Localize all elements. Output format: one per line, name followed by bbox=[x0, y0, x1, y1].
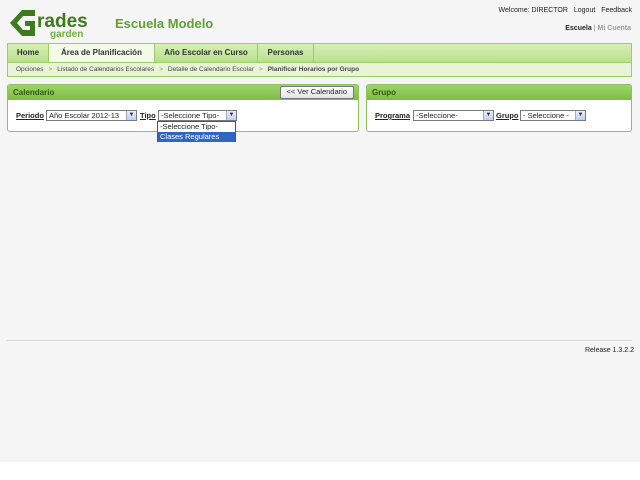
breadcrumb-listado-calendarios[interactable]: Listado de Calendarios Escolares bbox=[57, 66, 154, 73]
tipo-select[interactable]: -Seleccione Tipo- ▼ bbox=[158, 110, 237, 121]
my-account-link[interactable]: Mi Cuenta bbox=[598, 25, 631, 32]
school-name: Escuela Modelo bbox=[115, 16, 214, 31]
tab-area-planificacion[interactable]: Área de Planificación bbox=[49, 44, 155, 62]
periodo-select[interactable]: Año Escolar 2012-13 ▼ bbox=[46, 110, 137, 121]
breadcrumb-opciones[interactable]: Opciones bbox=[16, 66, 43, 73]
tab-home[interactable]: Home bbox=[8, 44, 49, 62]
grupo-panel: Grupo Programa -Seleccione- ▼ Grupo - Se… bbox=[366, 84, 632, 132]
welcome-text: Welcome: DIRECTOR bbox=[498, 7, 568, 14]
tipo-option-seleccione[interactable]: -Seleccione Tipo- bbox=[158, 122, 235, 132]
tab-personas[interactable]: Personas bbox=[258, 44, 314, 62]
chevron-down-icon[interactable]: ▼ bbox=[575, 111, 585, 120]
chevron-down-icon[interactable]: ▼ bbox=[483, 111, 493, 120]
tipo-option-clases-regulares[interactable]: Clases Regulares bbox=[158, 132, 235, 142]
release-version: Release 1.3.2.2 bbox=[584, 347, 634, 354]
periodo-select-value: Año Escolar 2012-13 bbox=[49, 111, 120, 120]
grupo-title: Grupo bbox=[372, 88, 396, 97]
breadcrumb-separator: > bbox=[258, 66, 263, 73]
grades-garden-logo[interactable]: rades garden bbox=[8, 7, 104, 39]
tipo-select-value: -Seleccione Tipo- bbox=[161, 111, 219, 120]
grupo-select[interactable]: - Seleccione - ▼ bbox=[520, 110, 586, 121]
page-background: rades garden Escuela Modelo Welcome: DIR… bbox=[0, 0, 640, 462]
breadcrumb-detalle-calendario[interactable]: Detalle de Calendario Escolar bbox=[168, 66, 254, 73]
logout-link[interactable]: Logout bbox=[574, 7, 595, 14]
programa-select[interactable]: -Seleccione- ▼ bbox=[413, 110, 494, 121]
school-link[interactable]: Escuela bbox=[565, 25, 591, 32]
breadcrumb-separator: > bbox=[48, 66, 53, 73]
chevron-down-icon[interactable]: ▼ bbox=[126, 111, 136, 120]
breadcrumb: Opciones > Listado de Calendarios Escolare… bbox=[7, 62, 632, 77]
calendario-panel-header: Calendario << Ver Calendario bbox=[8, 85, 358, 100]
logo-word-garden: garden bbox=[50, 29, 83, 39]
periodo-label: Periodo bbox=[16, 111, 44, 120]
calendario-title: Calendario bbox=[13, 88, 55, 97]
tipo-label: Tipo bbox=[140, 111, 156, 120]
grupo-select-value: - Seleccione - bbox=[523, 111, 569, 120]
breadcrumb-separator: > bbox=[159, 66, 163, 73]
tab-ano-escolar[interactable]: Año Escolar en Curso bbox=[155, 44, 258, 62]
programa-select-value: -Seleccione- bbox=[416, 111, 458, 120]
user-bar: Welcome: DIRECTOR Logout Feedback bbox=[495, 7, 632, 14]
programa-label: Programa bbox=[375, 111, 411, 120]
grupo-label: Grupo bbox=[496, 111, 519, 120]
main-nav: Home Área de Planificación Año Escolar e… bbox=[7, 43, 632, 62]
breadcrumb-current: Planificar Horarios por Grupo bbox=[267, 66, 360, 73]
footer-divider bbox=[6, 340, 632, 341]
school-links: Escuela | Mi Cuenta bbox=[565, 25, 631, 32]
chevron-down-icon[interactable]: ▼ bbox=[226, 111, 236, 120]
feedback-link[interactable]: Feedback bbox=[601, 7, 632, 14]
ver-calendario-button[interactable]: << Ver Calendario bbox=[279, 86, 354, 99]
link-separator: | bbox=[593, 25, 596, 32]
grupo-panel-header: Grupo bbox=[367, 85, 631, 100]
tipo-dropdown-list: -Seleccione Tipo- Clases Regulares bbox=[157, 121, 236, 142]
